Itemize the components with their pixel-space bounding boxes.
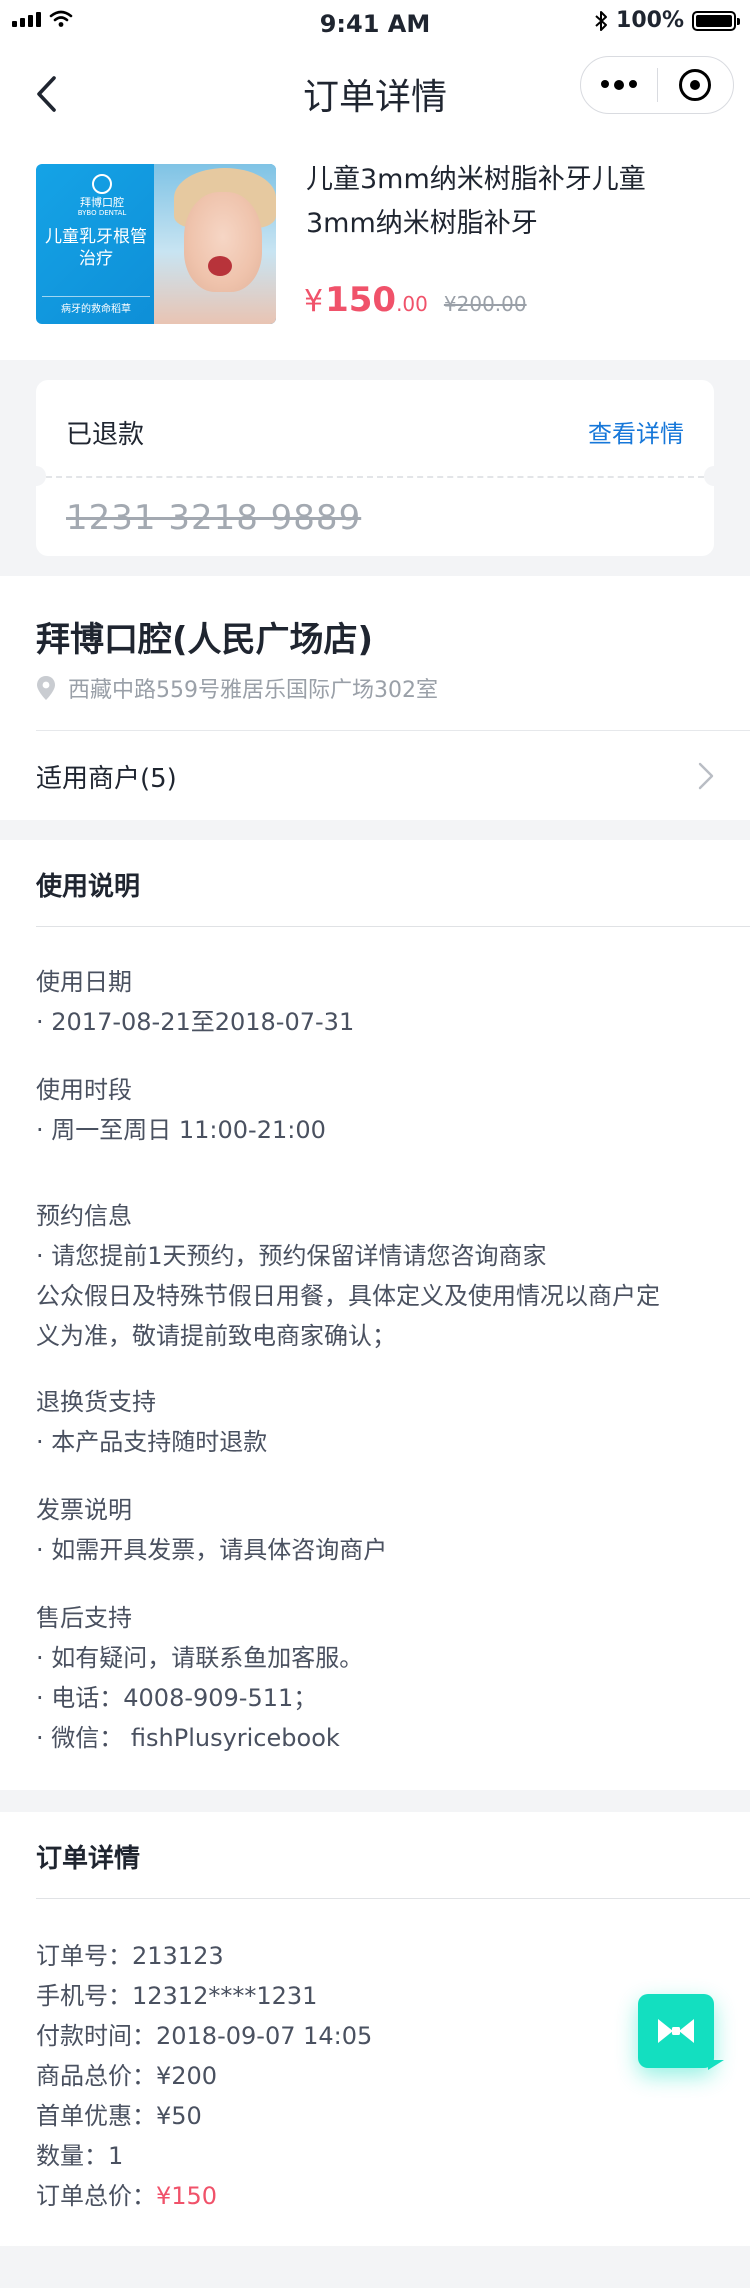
refund-card: 已退款 查看详情 1231 3218 9889 <box>26 380 724 556</box>
store-name: 拜博口腔(人民广场店) <box>36 620 374 660</box>
divider <box>36 926 750 927</box>
info-refund-support: 退换货支持 · 本产品支持随时退款 <box>36 1382 716 1462</box>
chevron-right-icon <box>698 762 714 790</box>
info-invoice: 发票说明 · 如需开具发票，请具体咨询商户 <box>36 1490 716 1570</box>
info-line: 义为准，敬请提前致电商家确认； <box>36 1322 396 1350</box>
order-title: 订单详情 <box>36 1844 141 1874</box>
first-order-discount-row: 首单优惠：¥50 <box>36 2102 202 2130</box>
divider <box>36 1898 750 1899</box>
price-decimal: .00 <box>396 292 428 316</box>
divider <box>36 730 750 731</box>
refund-status: 已退款 <box>66 420 145 450</box>
price-main: 150 <box>325 280 397 320</box>
refund-section: 已退款 查看详情 1231 3218 9889 <box>0 376 750 576</box>
merchants-label: 适用商户(5) <box>36 763 177 794</box>
product-card[interactable]: 拜博口腔 BYBO DENTAL 儿童乳牙根管治疗 病牙的救命稻草 儿童3mm纳… <box>0 144 750 360</box>
order-number-row: 订单号：213123 <box>36 1942 224 1970</box>
more-dots-icon <box>600 80 637 90</box>
info-heading: 发票说明 <box>36 1496 132 1524</box>
battery-icon <box>692 10 740 31</box>
info-line: · 如需开具发票，请具体咨询商户 <box>36 1536 388 1564</box>
more-button[interactable] <box>581 57 657 113</box>
dashed-divider <box>36 476 714 478</box>
store-address-text: 西藏中路559号雅居乐国际广场302室 <box>68 678 438 703</box>
info-heading: 预约信息 <box>36 1202 132 1230</box>
info-usage-date: 使用日期 · 2017-08-21至2018-07-31 <box>36 962 716 1042</box>
mini-program-capsule <box>580 56 734 114</box>
applicable-merchants-row[interactable]: 适用商户(5) <box>0 732 750 820</box>
info-reservation: 预约信息 · 请您提前1天预约，预约保留详情请您咨询商家 公众假日及特殊节假日用… <box>36 1196 716 1356</box>
info-usage-time: 使用时段 · 周一至周日 11:00-21:00 <box>36 1070 716 1150</box>
customer-service-button[interactable] <box>638 1994 724 2070</box>
subtotal-row: 商品总价：¥200 <box>36 2062 218 2090</box>
info-after-sales: 售后支持 · 如有疑问，请联系鱼加客服。 · 电话：4008-909-511； … <box>36 1598 716 1758</box>
bowtie-chat-icon <box>658 2019 694 2043</box>
order-lines: 订单号：213123 手机号：12312****1231 付款时间：2018-0… <box>36 1936 372 2216</box>
info-line: · 2017-08-21至2018-07-31 <box>36 1008 355 1036</box>
info-heading: 使用时段 <box>36 1076 132 1104</box>
brand-logo-icon <box>92 174 112 194</box>
info-heading: 使用日期 <box>36 968 132 996</box>
ticket-notch <box>26 466 46 486</box>
close-target-icon <box>679 69 712 101</box>
price-currency: ¥ <box>304 284 324 319</box>
nav-bar: 订单详情 <box>0 44 750 144</box>
product-image: 拜博口腔 BYBO DENTAL 儿童乳牙根管治疗 病牙的救命稻草 <box>36 164 276 324</box>
store-address[interactable]: 西藏中路559号雅居乐国际广场302室 <box>36 672 438 704</box>
phone-row: 手机号：12312****1231 <box>36 1982 318 2010</box>
info-heading: 售后支持 <box>36 1604 132 1632</box>
price-original: ¥200.00 <box>443 292 527 316</box>
info-line: · 电话：4008-909-511； <box>36 1684 318 1712</box>
quantity-row: 数量：1 <box>36 2142 124 2170</box>
battery-percent: 100% <box>616 8 684 33</box>
info-line: · 周一至周日 11:00-21:00 <box>36 1116 326 1144</box>
location-pin-icon <box>37 676 55 700</box>
order-total-row: 订单总价：¥150 <box>36 2182 218 2210</box>
ticket-notch <box>704 466 724 486</box>
product-image-headline: 儿童乳牙根管治疗 <box>45 227 147 269</box>
status-right: 100% <box>594 8 740 33</box>
store-card: 拜博口腔(人民广场店) 西藏中路559号雅居乐国际广场302室 适用商户(5) <box>0 576 750 820</box>
product-image-brand: 拜博口腔 BYBO DENTAL <box>54 174 150 218</box>
info-line: 公众假日及特殊节假日用餐，具体定义及使用情况以商户定 <box>36 1282 660 1310</box>
status-bar: 9:41 AM 100% <box>0 0 750 44</box>
close-button[interactable] <box>658 57 734 113</box>
usage-instructions: 使用说明 使用日期 · 2017-08-21至2018-07-31 使用时段 ·… <box>0 840 750 1790</box>
voucher-code: 1231 3218 9889 <box>66 498 362 538</box>
info-heading: 退换货支持 <box>36 1388 156 1416</box>
bluetooth-icon <box>595 10 608 31</box>
info-line: · 请您提前1天预约，预约保留详情请您咨询商家 <box>36 1242 547 1270</box>
price-row: ¥ 150 .00 ¥200.00 <box>304 280 527 320</box>
usage-title: 使用说明 <box>36 872 141 902</box>
info-line: · 本产品支持随时退款 <box>36 1428 268 1456</box>
view-details-link[interactable]: 查看详情 <box>588 414 684 449</box>
info-line: · 微信： fishPlusyricebook <box>36 1724 340 1752</box>
payment-time-row: 付款时间：2018-09-07 14:05 <box>36 2022 373 2050</box>
info-line: · 如有疑问，请联系鱼加客服。 <box>36 1644 364 1672</box>
product-image-tagline: 病牙的救命稻草 <box>42 296 150 315</box>
product-title: 儿童3mm纳米树脂补牙儿童3mm纳米树脂补牙 <box>306 164 646 239</box>
